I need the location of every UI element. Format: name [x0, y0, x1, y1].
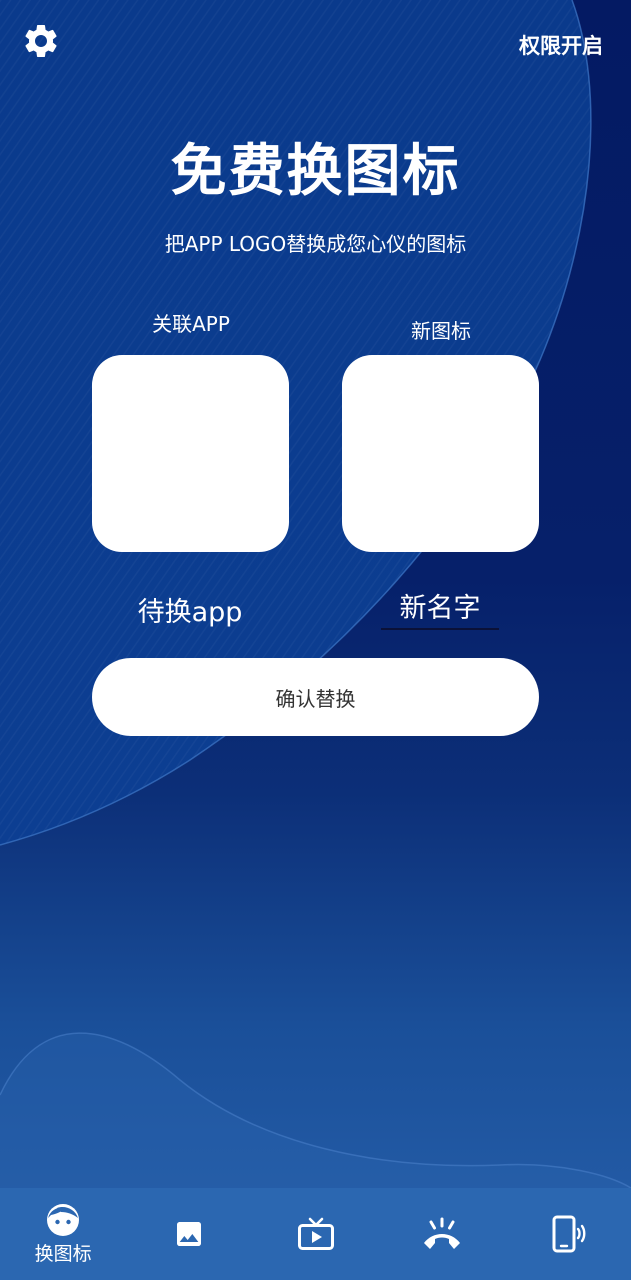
- linked-app-label: 关联APP: [152, 312, 230, 336]
- nav-item-call[interactable]: [379, 1188, 505, 1280]
- permission-button[interactable]: 权限开启: [519, 30, 603, 60]
- linked-app-picker[interactable]: [92, 355, 289, 552]
- image-icon: [177, 1222, 202, 1246]
- new-icon-picker[interactable]: [342, 355, 539, 552]
- new-icon-label: 新图标: [411, 319, 471, 343]
- screen: 权限开启 免费换图标 把APP LOGO替换成您心仪的图标 关联APP 新图标 …: [0, 0, 631, 1280]
- tv-icon: [297, 1217, 334, 1250]
- face-icon: [47, 1203, 80, 1236]
- nav-item-video[interactable]: [252, 1188, 378, 1280]
- settings-button[interactable]: [19, 19, 63, 63]
- pending-app-text[interactable]: 待换app: [90, 590, 290, 629]
- phone-icon: [423, 1217, 460, 1249]
- page-title: 免费换图标: [170, 139, 461, 204]
- gear-icon: [25, 25, 57, 57]
- vibrate-phone-icon: [552, 1215, 586, 1253]
- nav-item-change-icon[interactable]: 换图标: [0, 1188, 126, 1280]
- nav-item-wallpaper[interactable]: [126, 1188, 252, 1280]
- page-subtitle: 把APP LOGO替换成您心仪的图标: [164, 232, 467, 256]
- bottom-nav: 换图标: [0, 1188, 631, 1280]
- nav-label-change-icon: 换图标: [34, 1242, 92, 1265]
- nav-item-vibrate[interactable]: [505, 1188, 631, 1280]
- new-name-input[interactable]: [381, 588, 499, 630]
- confirm-replace-button[interactable]: 确认替换: [92, 658, 539, 736]
